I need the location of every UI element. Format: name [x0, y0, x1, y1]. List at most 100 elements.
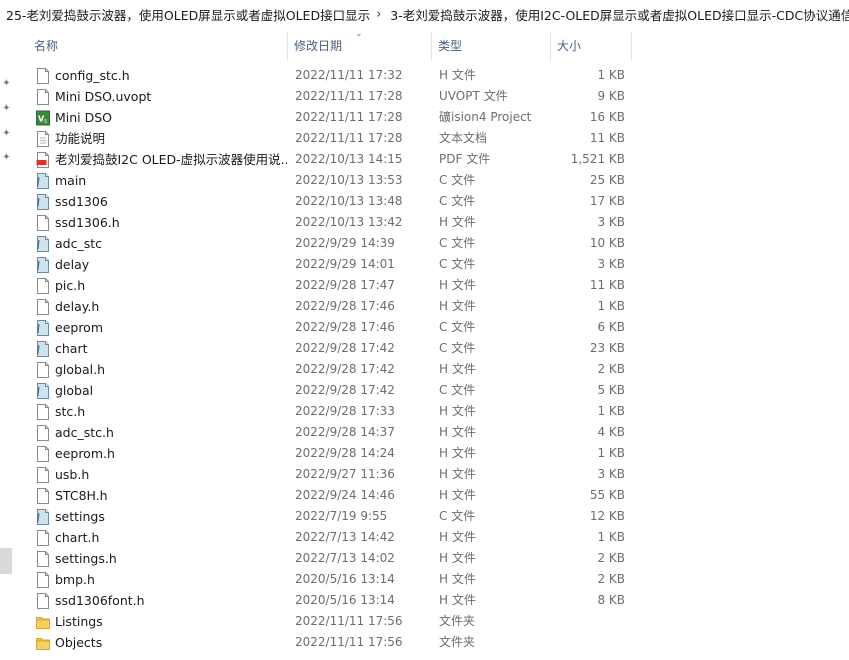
file-row[interactable]: bmp.h 2020/5/16 13:14 H 文件 2 KB	[28, 569, 636, 590]
file-modified-date: 2022/11/11 17:56	[295, 635, 403, 649]
chevron-right-icon[interactable]: ›	[373, 7, 384, 22]
file-row[interactable]: chart 2022/9/28 17:42 C 文件 23 KB	[28, 338, 636, 359]
file-size: 2 KB	[597, 572, 625, 586]
file-modified-date: 2022/9/28 17:42	[295, 341, 395, 355]
file-name: delay.h	[55, 299, 100, 314]
breadcrumb: 25-老刘爱捣鼓示波器，使用OLED屏显示或者虚拟OLED接口显示 › 3-老刘…	[0, 0, 849, 28]
file-type: 文件夹	[439, 635, 476, 649]
file-row[interactable]: Mini DSO.uvopt 2022/11/11 17:28 UVOPT 文件 9 …	[28, 86, 636, 107]
file-type: C 文件	[439, 509, 476, 523]
file-row[interactable]: Listings 2022/11/11 17:56 文件夹	[28, 611, 636, 632]
column-header-size[interactable]: 大小	[551, 33, 631, 61]
file-name: chart.h	[55, 530, 100, 545]
file-name: Objects	[55, 635, 103, 650]
file-size: 5 KB	[597, 383, 625, 397]
file-row[interactable]: ssd1306 2022/10/13 13:48 C 文件 17 KB	[28, 191, 636, 212]
file-name: chart	[55, 341, 88, 356]
file-type: H 文件	[439, 572, 476, 586]
column-header-date[interactable]: 修改日期	[288, 33, 431, 61]
file-row[interactable]: 老刘爱捣鼓I2C OLED-虚拟示波器使用说... 2022/10/13 14:1…	[28, 149, 636, 170]
pin-icon[interactable]: ✦	[1, 128, 12, 139]
file-name: Mini DSO.uvopt	[55, 89, 152, 104]
file-size: 2 KB	[597, 551, 625, 565]
file-size: 3 KB	[597, 467, 625, 481]
file-modified-date: 2022/9/29 14:01	[295, 257, 395, 271]
file-type: 礦ision4 Project	[439, 110, 532, 124]
file-modified-date: 2022/7/19 9:55	[295, 509, 388, 523]
file-row[interactable]: delay.h 2022/9/28 17:46 H 文件 1 KB	[28, 296, 636, 317]
file-type: C 文件	[439, 194, 476, 208]
file-modified-date: 2022/10/13 14:15	[295, 152, 403, 166]
file-type: 文本文档	[439, 131, 488, 145]
file-row[interactable]: eeprom.h 2022/9/28 14:24 H 文件 1 KB	[28, 443, 636, 464]
file-name: Mini DSO	[55, 110, 113, 125]
file-name: main	[55, 173, 87, 188]
file-name: adc_stc.h	[55, 425, 114, 440]
file-modified-date: 2022/7/13 14:42	[295, 530, 395, 544]
file-modified-date: 2022/11/11 17:28	[295, 110, 403, 124]
file-row[interactable]: eeprom 2022/9/28 17:46 C 文件 6 KB	[28, 317, 636, 338]
file-name: usb.h	[55, 467, 90, 482]
file-row[interactable]: delay 2022/9/29 14:01 C 文件 3 KB	[28, 254, 636, 275]
file-type: C 文件	[439, 341, 476, 355]
file-size: 55 KB	[589, 488, 625, 502]
file-row[interactable]: STC8H.h 2022/9/24 14:46 H 文件 55 KB	[28, 485, 636, 506]
file-row[interactable]: settings.h 2022/7/13 14:02 H 文件 2 KB	[28, 548, 636, 569]
file-row[interactable]: pic.h 2022/9/28 17:47 H 文件 11 KB	[28, 275, 636, 296]
file-row[interactable]: chart.h 2022/7/13 14:42 H 文件 1 KB	[28, 527, 636, 548]
file-modified-date: 2022/10/13 13:42	[295, 215, 403, 229]
file-size: 12 KB	[589, 509, 625, 523]
file-type: UVOPT 文件	[439, 89, 508, 103]
file-type: H 文件	[439, 467, 476, 481]
column-header-name[interactable]: 名称	[28, 33, 287, 61]
file-row[interactable]: config_stc.h 2022/11/11 17:32 H 文件 1 KB	[28, 65, 636, 86]
pin-icon[interactable]: ✦	[1, 152, 12, 163]
file-type: C 文件	[439, 257, 476, 271]
file-size: 10 KB	[589, 236, 625, 250]
file-row[interactable]: settings 2022/7/19 9:55 C 文件 12 KB	[28, 506, 636, 527]
file-row[interactable]: Objects 2022/11/11 17:56 文件夹	[28, 632, 636, 653]
file-row[interactable]: V 5 Mini DSO 2022/11/11 17:28 礦ision4 Projec…	[28, 107, 636, 128]
file-type: C 文件	[439, 173, 476, 187]
column-header-type[interactable]: 类型	[432, 33, 550, 61]
file-modified-date: 2022/9/27 11:36	[295, 467, 395, 481]
file-type: C 文件	[439, 320, 476, 334]
file-name: eeprom	[55, 320, 104, 335]
file-row[interactable]: ssd1306.h 2022/10/13 13:42 H 文件 3 KB	[28, 212, 636, 233]
file-row[interactable]: adc_stc.h 2022/9/28 14:37 H 文件 4 KB	[28, 422, 636, 443]
navigation-scrollbar-thumb[interactable]	[0, 548, 12, 574]
column-divider[interactable]	[631, 33, 632, 61]
file-size: 1,521 KB	[570, 152, 625, 166]
file-row[interactable]: global.h 2022/9/28 17:42 H 文件 2 KB	[28, 359, 636, 380]
breadcrumb-item-current[interactable]: 3-老刘爱捣鼓示波器，使用I2C-OLED屏显示或者虚拟OLED接口显示-CDC…	[384, 5, 849, 24]
file-row[interactable]: adc_stc 2022/9/29 14:39 C 文件 10 KB	[28, 233, 636, 254]
file-type: H 文件	[439, 215, 476, 229]
file-row[interactable]: usb.h 2022/9/27 11:36 H 文件 3 KB	[28, 464, 636, 485]
file-modified-date: 2022/10/13 13:48	[295, 194, 403, 208]
pin-icon[interactable]: ✦	[1, 78, 12, 89]
breadcrumb-item-parent[interactable]: 25-老刘爱捣鼓示波器，使用OLED屏显示或者虚拟OLED接口显示	[0, 5, 373, 24]
file-row[interactable]: 功能说明 2022/11/11 17:28 文本文档 11 KB	[28, 128, 636, 149]
file-row[interactable]: stc.h 2022/9/28 17:33 H 文件 1 KB	[28, 401, 636, 422]
pin-icon[interactable]: ✦	[1, 103, 12, 114]
navigation-pane-edge: ✦ ✦ ✦ ✦	[0, 28, 14, 660]
file-modified-date: 2022/10/13 13:53	[295, 173, 403, 187]
file-size	[552, 611, 625, 632]
file-modified-date: 2022/9/28 17:33	[295, 404, 395, 418]
file-name: 老刘爱捣鼓I2C OLED-虚拟示波器使用说...	[55, 152, 287, 167]
file-type: H 文件	[439, 488, 476, 502]
file-modified-date: 2022/9/28 17:47	[295, 278, 395, 292]
file-name: stc.h	[55, 404, 86, 419]
file-row[interactable]: global 2022/9/28 17:42 C 文件 5 KB	[28, 380, 636, 401]
file-type: C 文件	[439, 236, 476, 250]
file-type: PDF 文件	[439, 152, 491, 166]
file-size: 8 KB	[597, 593, 625, 607]
svg-text:5: 5	[44, 119, 47, 125]
file-name: global.h	[55, 362, 106, 377]
file-name: Listings	[55, 614, 103, 629]
file-name: pic.h	[55, 278, 86, 293]
file-modified-date: 2022/9/24 14:46	[295, 488, 395, 502]
file-type: H 文件	[439, 299, 476, 313]
file-row[interactable]: ssd1306font.h 2020/5/16 13:14 H 文件 8 KB	[28, 590, 636, 611]
file-row[interactable]: main 2022/10/13 13:53 C 文件 25 KB	[28, 170, 636, 191]
